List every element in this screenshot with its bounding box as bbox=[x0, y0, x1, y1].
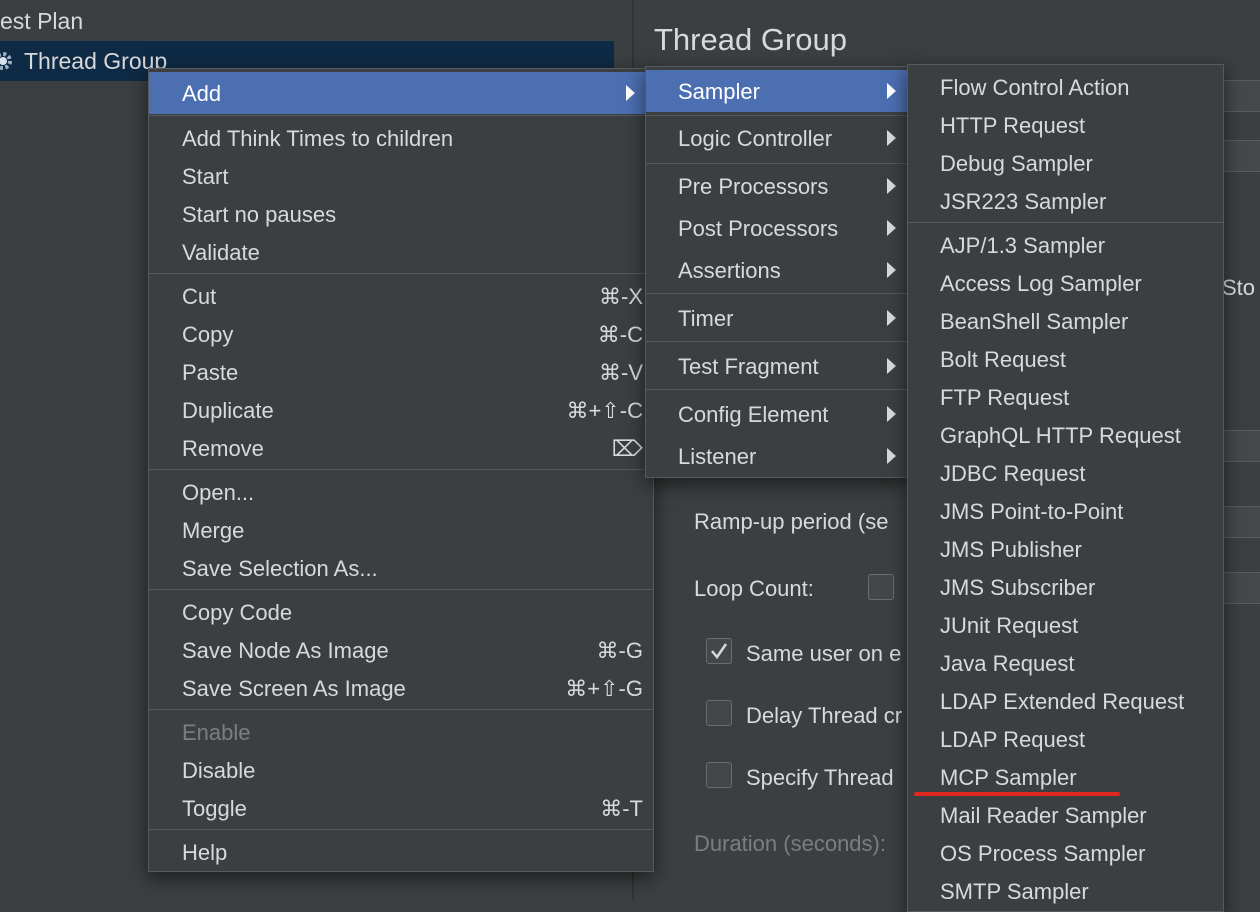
delete-key-icon: ⌦ bbox=[611, 436, 643, 461]
menu-item-ajp-1-3-sampler[interactable]: AJP/1.3 Sampler bbox=[908, 226, 1223, 264]
menu-separator bbox=[908, 222, 1223, 223]
stop-test-label: Sto bbox=[1222, 275, 1256, 300]
menu-item-help[interactable]: Help bbox=[149, 833, 653, 871]
menu-item-start-no-pauses[interactable]: Start no pauses bbox=[149, 195, 653, 233]
delay-thread-label: Delay Thread cr bbox=[746, 703, 903, 728]
menu-item-merge[interactable]: Merge bbox=[149, 511, 653, 549]
menu-item-jms-publisher[interactable]: JMS Publisher bbox=[908, 530, 1223, 568]
menu-item-enable: Enable bbox=[182, 720, 251, 745]
delay-thread-checkbox[interactable] bbox=[706, 700, 732, 726]
menu-item-graphql-http-request[interactable]: GraphQL HTTP Request bbox=[908, 416, 1223, 454]
menu-item-config-element[interactable]: Config Element bbox=[646, 395, 908, 433]
menu-item-post-processors[interactable]: Post Processors bbox=[646, 209, 908, 247]
duration-label: Duration (seconds): bbox=[694, 831, 886, 856]
menu-item-beanshell-sampler[interactable]: BeanShell Sampler bbox=[908, 302, 1223, 340]
loop-count-label: Loop Count: bbox=[694, 576, 814, 601]
tree-node-test-plan[interactable]: est Plan bbox=[0, 1, 83, 41]
menu-item-mail-reader-sampler[interactable]: Mail Reader Sampler bbox=[908, 796, 1223, 834]
menu-item-jms-point-to-point[interactable]: JMS Point-to-Point bbox=[908, 492, 1223, 530]
chevron-right-icon bbox=[887, 262, 896, 278]
chevron-right-icon bbox=[626, 85, 635, 101]
menu-item-os-process-sampler[interactable]: OS Process Sampler bbox=[908, 834, 1223, 872]
chevron-right-icon bbox=[887, 178, 896, 194]
menu-item-access-log-sampler[interactable]: Access Log Sampler bbox=[908, 264, 1223, 302]
menu-item-assertions[interactable]: Assertions bbox=[646, 251, 908, 289]
menu-item-flow-control-action[interactable]: Flow Control Action bbox=[908, 68, 1223, 106]
highlight-underline bbox=[914, 792, 1120, 796]
ramp-up-label: Ramp-up period (se bbox=[694, 509, 889, 534]
threads-field[interactable] bbox=[1220, 430, 1260, 462]
menu-item-remove[interactable]: Remove ⌦ bbox=[149, 429, 653, 467]
comments-field[interactable] bbox=[1220, 140, 1260, 172]
chevron-right-icon bbox=[887, 83, 896, 99]
menu-item-junit-request[interactable]: JUnit Request bbox=[908, 606, 1223, 644]
menu-item-start[interactable]: Start bbox=[149, 157, 653, 195]
chevron-right-icon bbox=[887, 448, 896, 464]
menu-item-add-think-times[interactable]: Add Think Times to children bbox=[149, 119, 653, 157]
menu-item-jms-subscriber[interactable]: JMS Subscriber bbox=[908, 568, 1223, 606]
specify-thread-checkbox[interactable] bbox=[706, 762, 732, 788]
menu-item-copy-code[interactable]: Copy Code bbox=[149, 593, 653, 631]
menu-item-pre-processors[interactable]: Pre Processors bbox=[646, 167, 908, 205]
menu-item-listener[interactable]: Listener bbox=[646, 437, 908, 475]
page-title: Thread Group bbox=[654, 22, 847, 57]
menu-item-bolt-request[interactable]: Bolt Request bbox=[908, 340, 1223, 378]
tree-node-label: Thread Group bbox=[24, 48, 168, 74]
menu-item-save-node-as-image[interactable]: Save Node As Image ⌘-G bbox=[149, 631, 653, 669]
chevron-right-icon bbox=[887, 130, 896, 146]
context-menu: Add Add Think Times to children Start St… bbox=[148, 68, 654, 872]
menu-item-jdbc-request[interactable]: JDBC Request bbox=[908, 454, 1223, 492]
sampler-submenu: Flow Control Action HTTP Request Debug Sam… bbox=[907, 64, 1224, 912]
menu-item-duplicate[interactable]: Duplicate ⌘+⇧-C bbox=[149, 391, 653, 429]
menu-item-validate[interactable]: Validate bbox=[149, 233, 653, 271]
menu-item-add[interactable]: Add bbox=[149, 72, 653, 114]
menu-item-java-request[interactable]: Java Request bbox=[908, 644, 1223, 682]
checkmark-icon bbox=[711, 643, 728, 660]
shortcut-label: ⌘-G bbox=[596, 638, 643, 663]
chevron-right-icon bbox=[887, 220, 896, 236]
chevron-right-icon bbox=[887, 310, 896, 326]
infinite-checkbox[interactable] bbox=[868, 574, 894, 600]
menu-item-save-screen-as-image[interactable]: Save Screen As Image ⌘+⇧-G bbox=[149, 669, 653, 707]
menu-item-logic-controller[interactable]: Logic Controller bbox=[646, 119, 908, 157]
menu-item-toggle[interactable]: Toggle ⌘-T bbox=[149, 789, 653, 827]
gear-icon bbox=[0, 52, 12, 70]
menu-item-disable[interactable]: Disable bbox=[149, 751, 653, 789]
menu-item-copy[interactable]: Copy ⌘-C bbox=[149, 315, 653, 353]
menu-item-paste[interactable]: Paste ⌘-V bbox=[149, 353, 653, 391]
shortcut-label: ⌘+⇧-G bbox=[565, 676, 643, 701]
menu-item-test-fragment[interactable]: Test Fragment bbox=[646, 347, 908, 385]
menu-item-open[interactable]: Open... bbox=[149, 473, 653, 511]
menu-item-cut[interactable]: Cut ⌘-X bbox=[149, 277, 653, 315]
shortcut-label: ⌘-X bbox=[599, 284, 643, 309]
shortcut-label: ⌘+⇧-C bbox=[566, 398, 644, 423]
chevron-right-icon bbox=[887, 358, 896, 374]
menu-item-timer[interactable]: Timer bbox=[646, 299, 908, 337]
shortcut-label: ⌘-V bbox=[599, 360, 643, 385]
shortcut-label: ⌘-T bbox=[600, 796, 643, 821]
same-user-label: Same user on e bbox=[746, 641, 902, 666]
menu-item-ftp-request[interactable]: FTP Request bbox=[908, 378, 1223, 416]
loop-count-field[interactable] bbox=[1220, 572, 1260, 604]
menu-item-http-request[interactable]: HTTP Request bbox=[908, 106, 1223, 144]
menu-item-smtp-sampler[interactable]: SMTP Sampler bbox=[908, 872, 1223, 910]
add-submenu: Sampler Logic Controller Pre Processors … bbox=[645, 66, 909, 478]
menu-item-sampler[interactable]: Sampler bbox=[646, 70, 908, 112]
chevron-right-icon bbox=[887, 406, 896, 422]
menu-item-mcp-sampler[interactable]: MCP Sampler bbox=[908, 758, 1223, 796]
menu-item-jsr223-sampler[interactable]: JSR223 Sampler bbox=[908, 182, 1223, 220]
name-field[interactable] bbox=[1220, 80, 1260, 112]
same-user-checkbox[interactable] bbox=[706, 638, 732, 664]
menu-item-ldap-request[interactable]: LDAP Request bbox=[908, 720, 1223, 758]
menu-item-save-selection-as[interactable]: Save Selection As... bbox=[149, 549, 653, 587]
specify-thread-label: Specify Thread bbox=[746, 765, 894, 790]
menu-item-ldap-extended-request[interactable]: LDAP Extended Request bbox=[908, 682, 1223, 720]
shortcut-label: ⌘-C bbox=[597, 322, 643, 347]
menu-item-debug-sampler[interactable]: Debug Sampler bbox=[908, 144, 1223, 182]
tree-node-label: est Plan bbox=[0, 8, 84, 34]
ramp-up-field[interactable] bbox=[1220, 506, 1260, 538]
